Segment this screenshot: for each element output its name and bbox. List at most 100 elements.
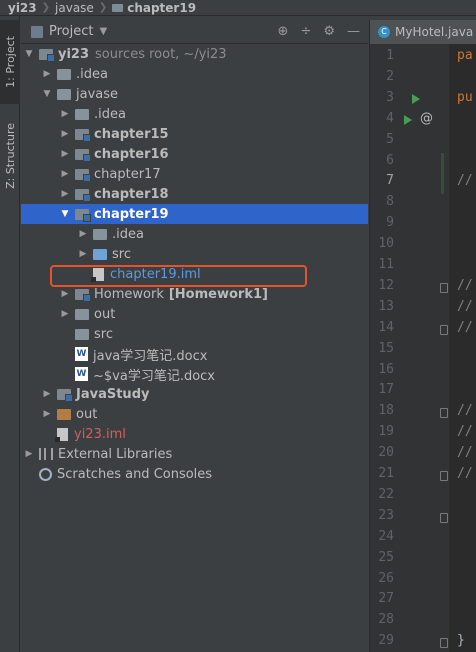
line-number: 15 [378,340,394,356]
code-line: // [457,424,473,440]
module-folder-icon [75,148,91,162]
breadcrumb-item-root[interactable]: yi23 [8,1,37,15]
project-view-selector[interactable]: Project [49,24,93,39]
tree-node-yi23[interactable]: ▼ yi23 sources root, ~/yi23 [21,44,368,64]
tree-node-label: src [94,326,113,342]
tree-node-idea[interactable]: ▶ .idea [21,104,368,124]
tree-node-chapter19[interactable]: ▼ chapter19 [21,204,368,224]
tree-node-external-libraries[interactable]: ▶ External Libraries [21,444,368,464]
line-number: 28 [378,612,394,628]
expand-arrow-icon[interactable]: ▶ [41,389,53,399]
expand-arrow-icon[interactable]: ▶ [77,229,89,239]
java-class-icon: C [378,26,390,38]
fold-marker-icon[interactable] [440,638,448,649]
tree-node-java-docx[interactable]: Wjava学习笔记.docx [21,344,368,364]
tree-node-va-docx[interactable]: W ~$va学习笔记.docx [21,364,368,384]
tree-node-chapter15[interactable]: ▶ chapter15 [21,124,368,144]
chevron-down-icon[interactable]: ▼ [99,26,107,37]
collapse-arrow-icon[interactable]: ▼ [23,49,35,59]
line-number: 18 [378,403,394,419]
expand-arrow-icon[interactable]: ▶ [59,189,71,199]
line-number: 13 [378,298,394,314]
tree-node-out[interactable]: ▶ out [21,304,368,324]
tree-node-label: JavaStudy [76,386,150,402]
tree-node-scratches-and-consoles[interactable]: Scratches and Consoles [21,464,368,484]
tree-node-label: out [76,406,98,422]
editor-tab-label: MyHotel.java [395,25,474,39]
tab-structure[interactable]: Z: Structure [0,112,20,200]
run-icon[interactable] [412,93,420,104]
tree-node-label: chapter18 [94,186,169,202]
expand-arrow-icon[interactable]: ▶ [23,449,35,459]
tree-node-out[interactable]: ▶ out [21,404,368,424]
breadcrumb-item-javase[interactable]: javase [55,1,94,15]
expand-arrow-icon[interactable]: ▶ [59,129,71,139]
expand-arrow-icon[interactable]: ▶ [59,169,71,179]
override-icon[interactable]: @ [420,111,433,126]
tab-project-label: 1: Project [3,36,17,88]
fold-marker-icon[interactable] [440,408,448,419]
tree-node-label: chapter16 [94,146,169,162]
tree-node-label: .idea [94,106,126,122]
tree-node-javastudy[interactable]: ▶ JavaStudy [21,384,368,404]
code-line: } [457,633,465,649]
module-folder-icon [75,288,91,302]
code-editor[interactable]: pa pu // // // // // // // //} [449,44,476,652]
fold-marker-icon[interactable] [440,471,448,481]
collapse-arrow-icon[interactable]: ▼ [59,209,71,219]
tree-node-src[interactable]: src [21,324,368,344]
editor-tab-myhotel[interactable]: C MyHotel.java [370,20,476,44]
line-number: 19 [378,424,394,440]
tree-node-javase[interactable]: ▼ javase [21,84,368,104]
fold-marker-icon[interactable] [440,282,448,293]
tree-node-label: External Libraries [58,446,173,462]
fold-marker-icon[interactable] [440,512,448,523]
gear-icon[interactable]: ⚙ [323,24,335,39]
expand-arrow-icon[interactable]: ▶ [77,249,89,259]
expand-arrow-icon[interactable]: ▶ [59,149,71,159]
editor-gutter[interactable]: 1 2 3 4 5 6 7 8 9 10 11 12 13 14 15 16 17 18 19 20 21 22 23 24 2… [369,44,449,652]
line-number: 7 [386,173,394,189]
tree-node-chapter17[interactable]: ▶ chapter17 [21,164,368,184]
line-number: 5 [386,131,394,147]
expand-arrow-icon[interactable]: ▶ [59,309,71,319]
tree-node-yi23-iml[interactable]: yi23.iml [21,424,368,444]
tree-node-label: javase [76,86,119,102]
line-number: 9 [386,215,394,231]
locate-icon[interactable]: ⊕ [278,24,289,39]
tree-node-label: yi23 [58,46,90,62]
fold-marker-icon[interactable] [440,324,448,335]
code-line: // [457,466,473,481]
left-tool-stripe: 1: Project Z: Structure [0,16,20,652]
run-icon[interactable] [404,114,412,125]
project-panel-header: Project ▼ ⊕ ÷ ⚙ — [21,20,368,44]
tree-node-idea[interactable]: ▶ .idea [21,64,368,84]
tree-node-idea[interactable]: ▶ .idea [21,224,368,244]
tree-node-chapter18[interactable]: ▶ chapter18 [21,184,368,204]
code-line: pa [457,48,473,63]
line-number: 16 [378,361,394,377]
tree-node-homework[interactable]: ▶ Homework [Homework1] [21,284,368,304]
tree-node-src[interactable]: ▶ src [21,244,368,264]
tree-node-chapter16[interactable]: ▶ chapter16 [21,144,368,164]
collapse-all-icon[interactable]: ÷ [300,24,311,39]
breadcrumb-separator: ❯ [41,2,51,13]
tab-project[interactable]: 1: Project [0,20,20,104]
code-line: pu [457,89,473,105]
expand-arrow-icon[interactable]: ▶ [59,109,71,119]
collapse-arrow-icon[interactable]: ▼ [41,89,53,99]
code-line: // [457,403,473,419]
line-number: 22 [378,486,394,502]
hide-icon[interactable]: — [347,24,360,39]
folder-icon [75,308,89,320]
expand-arrow-icon[interactable]: ▶ [41,409,53,419]
expand-arrow-icon[interactable]: ▶ [41,69,53,79]
line-number: 17 [378,382,394,398]
breadcrumb-separator: ❯ [98,2,108,13]
module-folder-icon [57,388,73,402]
breadcrumb: yi23 ❯ javase ❯ chapter19 [0,0,476,16]
expand-arrow-icon[interactable]: ▶ [59,289,71,299]
breadcrumb-item-chapter19[interactable]: chapter19 [127,1,196,15]
line-number: 25 [378,549,394,565]
libraries-icon [39,448,53,460]
